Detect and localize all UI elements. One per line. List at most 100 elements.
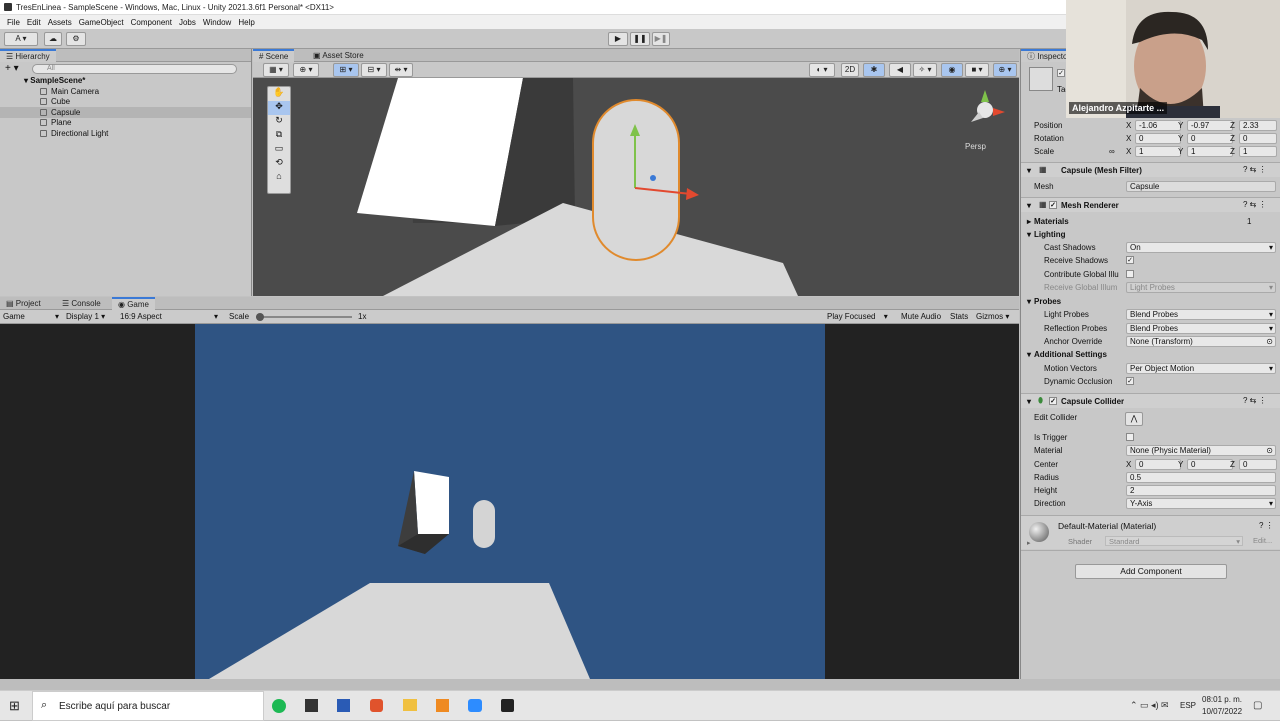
component-menu-icon[interactable]: ? ⇆ ⋮ — [1243, 396, 1267, 405]
scale-y-field[interactable]: 1 — [1187, 146, 1233, 157]
list-item[interactable]: Plane — [40, 118, 71, 127]
list-item[interactable]: Cube — [40, 97, 70, 106]
menu-assets[interactable]: Assets — [48, 18, 72, 27]
unity-hub-icon[interactable] — [305, 699, 318, 712]
draw-mode-icon[interactable]: ▦ ▾ — [263, 63, 289, 77]
move-tool-icon[interactable]: ✥ — [268, 101, 290, 115]
list-item[interactable]: Capsule — [40, 108, 80, 117]
snap-icon[interactable]: ⇹ ▾ — [389, 63, 413, 77]
windows-start-icon[interactable]: ⊞ — [9, 698, 20, 714]
clock-time[interactable]: 08:01 p. m. — [1202, 695, 1242, 704]
rotation-y-field[interactable]: 0 — [1187, 133, 1233, 144]
additional-settings-row[interactable]: ▾ Additional Settings — [1021, 348, 1280, 361]
hierarchy-search-input[interactable]: All — [32, 64, 237, 74]
taskbar-search-input[interactable]: ⌕ Escribe aquí para buscar — [32, 691, 264, 721]
add-icon[interactable]: + ▾ — [5, 63, 19, 74]
pivot-icon[interactable]: ⊞ ▾ — [333, 63, 359, 77]
transform-tool-icon[interactable]: ⟲ — [268, 157, 290, 171]
menu-help[interactable]: Help — [238, 18, 254, 27]
mesh-filter-header[interactable]: ▾ ▦ Capsule (Mesh Filter) ? ⇆ ⋮ — [1021, 162, 1280, 177]
scale-z-field[interactable]: 1 — [1239, 146, 1277, 157]
cloud-icon[interactable]: ☁ — [44, 32, 62, 46]
menu-jobs[interactable]: Jobs — [179, 18, 196, 27]
collider-material-field[interactable]: None (Physic Material) ⊙ — [1126, 445, 1276, 456]
visual-studio-icon[interactable] — [337, 699, 350, 712]
scene-root-item[interactable]: ▾ SampleScene* — [24, 76, 85, 85]
is-trigger-checkbox[interactable] — [1126, 433, 1134, 441]
anchor-override-field[interactable]: None (Transform) ⊙ — [1126, 336, 1276, 347]
scale-tool-icon[interactable]: ⧉ — [268, 129, 290, 143]
persp-label[interactable]: Persp — [965, 142, 986, 151]
tray-icons[interactable]: ⌃ ▭ ◂) ✉ — [1130, 700, 1169, 711]
component-menu-icon[interactable]: ? ⇆ ⋮ — [1243, 200, 1267, 209]
account-button[interactable]: A ▾ — [4, 32, 38, 46]
grid-icon[interactable]: ⊟ ▾ — [361, 63, 387, 77]
lighting-row[interactable]: ▾ Lighting — [1021, 228, 1280, 241]
menu-edit[interactable]: Edit — [27, 18, 41, 27]
receive-gi-dropdown[interactable]: Light Probes ▾ — [1126, 282, 1276, 293]
shader-edit-button[interactable]: Edit... — [1253, 536, 1272, 545]
display-dropdown[interactable]: Display 1 ▾ — [66, 312, 105, 321]
rotation-z-field[interactable]: 0 — [1239, 133, 1277, 144]
contribute-gi-checkbox[interactable] — [1126, 270, 1134, 278]
edit-collider-button[interactable]: ⋀ — [1125, 412, 1143, 426]
explorer-icon[interactable] — [403, 699, 417, 711]
cast-shadows-dropdown[interactable]: On ▾ — [1126, 242, 1276, 253]
lighting-icon[interactable]: ✱ — [863, 63, 885, 77]
play-focused-dropdown[interactable]: Play Focused ▾ — [827, 312, 888, 321]
stats-button[interactable]: Stats — [950, 312, 968, 321]
globe-icon[interactable]: ⊕ ▾ — [293, 63, 319, 77]
aspect-chevron-icon[interactable]: ▾ — [214, 312, 218, 321]
scale-slider[interactable] — [256, 313, 352, 321]
tab-asset-store[interactable]: ▣ Asset Store — [307, 49, 370, 62]
add-component-button[interactable]: Add Component — [1075, 564, 1227, 579]
scale-x-field[interactable]: 1 — [1135, 146, 1181, 157]
tab-game[interactable]: ◉ Game — [112, 297, 155, 310]
material-title[interactable]: Default-Material (Material) — [1058, 521, 1156, 531]
center-y-field[interactable]: 0 — [1187, 459, 1233, 470]
dynamic-occlusion-checkbox[interactable]: ✓ — [1126, 377, 1134, 385]
step-button[interactable]: ▶❚ — [652, 32, 670, 46]
custom-tool-icon[interactable]: ⌂ — [268, 171, 290, 185]
position-x-field[interactable]: -1.06 — [1135, 120, 1181, 131]
language-indicator[interactable]: ESP — [1180, 701, 1196, 710]
list-item[interactable]: Directional Light — [40, 129, 108, 138]
direction-dropdown[interactable]: Y-Axis ▾ — [1126, 498, 1276, 509]
link-icon[interactable]: ∞ — [1109, 147, 1115, 156]
receive-shadows-checkbox[interactable]: ✓ — [1126, 256, 1134, 264]
reflection-probes-dropdown[interactable]: Blend Probes ▾ — [1126, 323, 1276, 334]
center-x-field[interactable]: 0 — [1135, 459, 1181, 470]
component-menu-icon[interactable]: ? ⋮ — [1259, 521, 1274, 530]
menu-component[interactable]: Component — [131, 18, 172, 27]
clock-date[interactable]: 10/07/2022 — [1202, 707, 1242, 716]
game-view-dropdown[interactable]: Game ▾ — [3, 312, 59, 321]
camera-icon[interactable]: ■ ▾ — [965, 63, 989, 77]
shader-dropdown[interactable]: Standard ▾ — [1105, 536, 1243, 546]
chevron-right-icon[interactable]: ▸ — [1027, 539, 1031, 547]
menu-gameobject[interactable]: GameObject — [79, 18, 124, 27]
tab-scene[interactable]: # Scene — [253, 49, 295, 62]
tab-project[interactable]: ▤ Project — [0, 297, 47, 310]
scene-canvas[interactable]: ✋ ✥ ↻ ⧉ ▭ ⟲ ⌂ Persp — [253, 78, 1019, 296]
mesh-renderer-checkbox[interactable]: ✓ — [1049, 201, 1057, 209]
menu-window[interactable]: Window — [203, 18, 231, 27]
scale-slider-handle[interactable] — [256, 313, 264, 321]
radius-field[interactable]: 0.5 — [1126, 472, 1276, 483]
capsule-collider-checkbox[interactable]: ✓ — [1049, 397, 1057, 405]
object-active-checkbox[interactable]: ✓ — [1057, 69, 1065, 77]
notification-icon[interactable]: ▢ — [1253, 700, 1262, 711]
scene-gizmo-icon[interactable] — [963, 88, 1007, 132]
motion-vectors-dropdown[interactable]: Per Object Motion ▾ — [1126, 363, 1276, 374]
hand-tool-icon[interactable]: ✋ — [268, 87, 290, 101]
rotation-x-field[interactable]: 0 — [1135, 133, 1181, 144]
rotate-tool-icon[interactable]: ↻ — [268, 115, 290, 129]
tab-console[interactable]: ☰ Console — [56, 297, 107, 310]
menu-file[interactable]: File — [7, 18, 20, 27]
audio-icon[interactable]: ◀ — [889, 63, 911, 77]
position-y-field[interactable]: -0.97 — [1187, 120, 1233, 131]
mute-audio-button[interactable]: Mute Audio — [901, 312, 941, 321]
aspect-dropdown[interactable]: 16:9 Aspect — [120, 312, 162, 321]
position-z-field[interactable]: 2.33 — [1239, 120, 1277, 131]
height-field[interactable]: 2 — [1126, 485, 1276, 496]
light-probes-dropdown[interactable]: Blend Probes ▾ — [1126, 309, 1276, 320]
